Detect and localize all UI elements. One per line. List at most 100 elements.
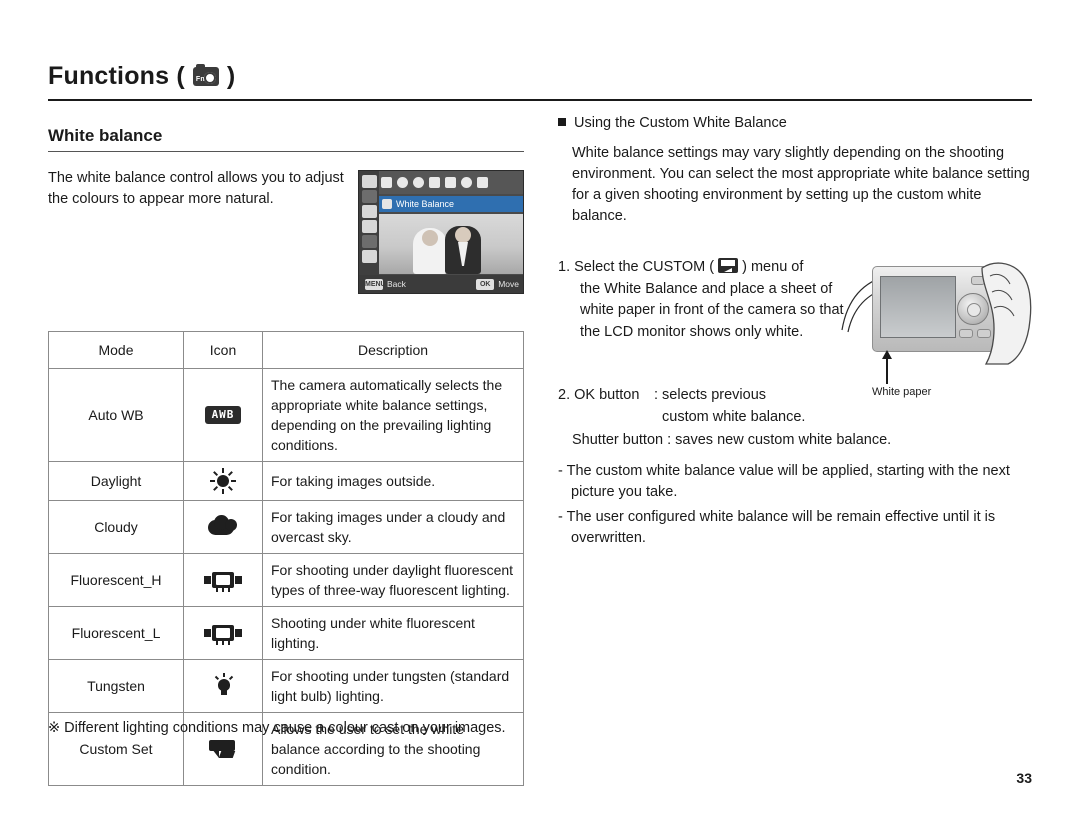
table-row: Auto WB AWB The camera automatically sel… [48, 368, 524, 462]
cell-mode: Cloudy [48, 500, 184, 554]
lcd-photo-preview [379, 214, 523, 274]
table-row: Fluorescent_H For shooting under dayligh… [48, 553, 524, 607]
cell-description: The camera automatically selects the app… [262, 368, 524, 462]
cell-mode: Daylight [48, 461, 184, 501]
fluorescent-h-icon [203, 569, 243, 592]
shutter-button-line: Shutter button : saves new custom white … [572, 432, 892, 448]
table-header-row: Mode Icon Description [48, 331, 524, 369]
step-1-text-a: 1. Select the CUSTOM ( [558, 259, 715, 275]
lcd-menu-cell [361, 205, 377, 218]
table-row: Fluorescent_L Shooting under white fluor… [48, 606, 524, 660]
step-2-value-2: custom white balance. [662, 408, 806, 425]
step-2-line: 2. OK button : selects previous [558, 385, 868, 407]
cell-icon [183, 606, 263, 660]
page-number: 33 [1016, 770, 1032, 786]
hand-illustration [980, 258, 1034, 366]
note-item: - The custom white balance value will be… [558, 463, 1010, 500]
cell-mode: Tungsten [48, 659, 184, 713]
step-2-value: : selects previous [654, 387, 767, 403]
square-bullet-icon [558, 118, 566, 126]
lcd-fluorescent-h-icon [429, 177, 440, 188]
lcd-back-label: Back [387, 279, 406, 289]
header-divider [48, 99, 1032, 101]
sun-icon [208, 468, 238, 494]
lcd-cloud-icon [413, 177, 424, 188]
lcd-menu-label: White Balance [396, 199, 455, 209]
step-1-rest: the White Balance and place a sheet of w… [580, 280, 844, 340]
step-1-first-line: 1. Select the CUSTOM ( ) menu of [558, 257, 858, 279]
step-2-line-2: custom white balance. [558, 407, 868, 429]
custom-set-menu-icon [718, 258, 739, 273]
cell-icon [183, 500, 263, 554]
intro-paragraph: The white balance control allows you to … [48, 170, 344, 207]
custom-wb-paragraph: White balance settings may vary slightly… [572, 145, 1030, 224]
lcd-fluorescent-l-icon [445, 177, 456, 188]
page-title-close: ) [226, 62, 236, 90]
camera-button-menu [959, 329, 973, 338]
cell-description: For shooting under daylight fluorescent … [262, 553, 524, 607]
cell-icon [183, 553, 263, 607]
section-title: White balance [48, 126, 524, 152]
step-1: 1. Select the CUSTOM ( ) menu of the Whi… [558, 257, 858, 343]
cell-description: For taking images outside. [262, 461, 524, 501]
cell-description: For taking images under a cloudy and ove… [262, 500, 524, 554]
lcd-custom-icon [477, 177, 488, 188]
page-title: Functions ( Fn ) [48, 62, 1032, 99]
awb-icon: AWB [205, 406, 241, 425]
footnote: ※ Different lighting conditions may caus… [48, 720, 506, 736]
cell-mode: Auto WB [48, 368, 184, 462]
manual-page: Functions ( Fn ) White balance The white… [0, 0, 1080, 815]
cell-icon: AWB [183, 368, 263, 462]
lcd-preview: White Balance MENU Back OK Move [358, 170, 524, 294]
cell-icon [183, 461, 263, 501]
lcd-mode-icon [381, 177, 392, 188]
column-header-description: Description [262, 331, 524, 369]
camera-lcd-screen [880, 276, 956, 338]
camera-illustration: White paper [872, 258, 1034, 398]
column-header-mode: Mode [48, 331, 184, 369]
lcd-menu-cell [361, 220, 377, 233]
custom-wb-heading-text: Using the Custom White Balance [574, 115, 787, 131]
page-title-text: Functions ( [48, 62, 185, 90]
lcd-sun-icon [397, 177, 408, 188]
lcd-menu-key: MENU [365, 278, 386, 290]
lcd-tungsten-icon [461, 177, 472, 188]
note-item: - The user configured white balance will… [558, 509, 996, 546]
cell-icon [183, 659, 263, 713]
page-header: Functions ( Fn ) [48, 62, 1032, 101]
cell-description: For shooting under tungsten (standard li… [262, 659, 524, 713]
lcd-move-label: Move [498, 279, 519, 289]
lcd-ok-key: OK [476, 278, 495, 290]
cell-mode: Fluorescent_H [48, 553, 184, 607]
step-2: 2. OK button : selects previous custom w… [558, 385, 868, 428]
step-2-label: 2. OK button [558, 387, 640, 403]
custom-wb-heading: Using the Custom White Balance [558, 115, 787, 131]
lcd-person-left [413, 228, 447, 274]
table-row: Cloudy For taking images under a cloudy … [48, 500, 524, 554]
lcd-person-right [445, 226, 481, 274]
white-paper-caption: White paper [872, 386, 932, 398]
fluorescent-l-icon [203, 622, 243, 645]
lcd-wb-icon [382, 199, 392, 209]
column-header-icon: Icon [183, 331, 263, 369]
lcd-menu-bar: White Balance [379, 196, 523, 212]
lcd-icon-row [359, 171, 523, 194]
white-paper-arrow-icon [882, 350, 892, 384]
camera-icon: Fn [192, 64, 219, 86]
lcd-move-button: OK Move [476, 278, 519, 290]
lcd-menu-cell [361, 250, 377, 263]
table-row: Daylight For taking images outside. [48, 461, 524, 501]
lcd-menu-cell [361, 190, 377, 203]
cloud-icon [206, 515, 240, 539]
cell-description: Shooting under white fluorescent lightin… [262, 606, 524, 660]
white-balance-table: Mode Icon Description Auto WB AWB The ca… [48, 331, 524, 786]
lcd-button-bar: MENU Back OK Move [359, 275, 523, 293]
lcd-menu-cell [361, 175, 377, 188]
tungsten-bulb-icon [209, 673, 237, 699]
custom-wb-notes: - The custom white balance value will be… [558, 461, 1028, 553]
lcd-menu-cell [361, 235, 377, 248]
custom-set-icon [207, 737, 239, 761]
lcd-back-button: MENU Back [365, 278, 406, 290]
step-1-text-b: ) menu of [742, 259, 804, 275]
table-row: Tungsten For shooting under tungsten (st… [48, 659, 524, 713]
